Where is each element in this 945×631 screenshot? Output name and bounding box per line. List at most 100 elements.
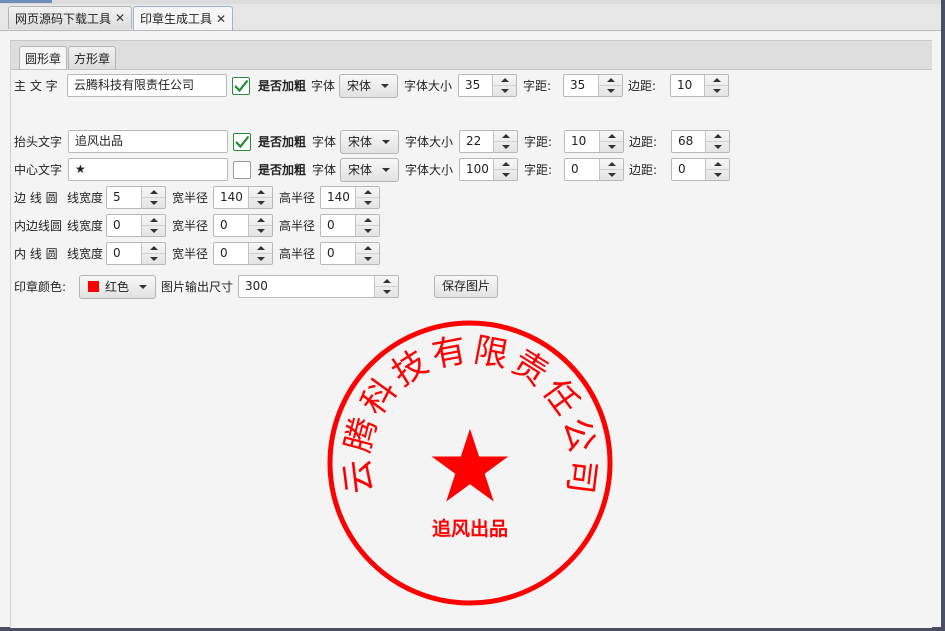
- inner-line-width-spinner[interactable]: 0: [106, 242, 166, 265]
- spinner-value: 0: [571, 162, 579, 176]
- spinner-up-icon[interactable]: [493, 75, 516, 86]
- tab-square-seal[interactable]: 方形章: [68, 46, 117, 69]
- tab-seal-generator[interactable]: 印章生成工具 ✕: [133, 6, 234, 30]
- border-height-radius-spinner[interactable]: 140: [320, 186, 380, 209]
- inner-border-height-radius-spinner[interactable]: 0: [320, 214, 380, 237]
- spinner-down-icon[interactable]: [706, 142, 729, 152]
- spinner-value: 35: [465, 78, 481, 92]
- width-radius-label: 宽半径: [172, 219, 209, 233]
- inner-width-radius-spinner[interactable]: 0: [213, 242, 273, 265]
- border-width-radius-spinner[interactable]: 140: [213, 186, 273, 209]
- spinner-down-icon[interactable]: [705, 86, 728, 96]
- inner-border-circle-label: 内边线圆: [14, 219, 63, 233]
- spinner-up-icon[interactable]: [249, 243, 272, 254]
- main-bold-checkbox[interactable]: [232, 77, 250, 95]
- seal-arc-char: 云: [337, 457, 381, 496]
- chevron-down-icon: [382, 168, 390, 172]
- spinner-up-icon[interactable]: [375, 276, 398, 287]
- spinner-down-icon[interactable]: [600, 170, 623, 180]
- header-bold-checkbox[interactable]: [233, 133, 251, 151]
- tab-label: 网页源码下载工具: [15, 11, 112, 26]
- check-icon: [234, 79, 249, 93]
- center-font-select[interactable]: 宋体: [340, 158, 399, 182]
- border-line-width-spinner[interactable]: 5: [106, 186, 166, 209]
- inner-border-line-width-spinner[interactable]: 0: [106, 214, 166, 237]
- spinner-up-icon[interactable]: [600, 159, 623, 170]
- font-label: 字体: [312, 163, 337, 177]
- spinner-down-icon[interactable]: [356, 226, 379, 236]
- spinner-down-icon[interactable]: [599, 86, 622, 96]
- spinner-value: 22: [466, 134, 482, 148]
- seal-arc-char: 限: [470, 330, 511, 376]
- spinner-up-icon[interactable]: [600, 131, 623, 142]
- spinner-down-icon[interactable]: [142, 226, 165, 236]
- spinner-up-icon[interactable]: [599, 75, 622, 86]
- header-margin-spinner[interactable]: 68: [671, 130, 730, 153]
- close-icon[interactable]: ✕: [115, 11, 125, 25]
- tab-bar: 网页源码下载工具 ✕ 印章生成工具 ✕: [0, 0, 941, 31]
- spinner-down-icon[interactable]: [249, 226, 272, 236]
- main-font-select[interactable]: 宋体: [339, 74, 398, 98]
- main-font-size-spinner[interactable]: 35: [458, 74, 517, 97]
- center-spacing-spinner[interactable]: 0: [564, 158, 624, 181]
- spinner-down-icon[interactable]: [249, 254, 272, 264]
- center-font-size-spinner[interactable]: 100: [459, 158, 518, 181]
- spinner-up-icon[interactable]: [356, 243, 379, 254]
- center-bold-checkbox[interactable]: [233, 161, 251, 179]
- tab-round-seal[interactable]: 圆形章: [19, 46, 68, 69]
- spinner-value: 0: [678, 162, 686, 176]
- spacing-label: 字距:: [524, 135, 553, 149]
- seal-header-text: 追风出品: [432, 517, 508, 540]
- height-radius-label: 高半径: [279, 247, 316, 261]
- spinner-down-icon[interactable]: [142, 254, 165, 264]
- spinner-value: 68: [678, 134, 694, 148]
- spinner-down-icon[interactable]: [493, 86, 516, 96]
- close-icon[interactable]: ✕: [216, 12, 226, 26]
- spinner-up-icon[interactable]: [249, 187, 272, 198]
- header-font-size-spinner[interactable]: 22: [459, 130, 518, 153]
- margin-label: 边距:: [629, 163, 658, 177]
- inner-border-width-radius-spinner[interactable]: 0: [213, 214, 273, 237]
- spinner-up-icon[interactable]: [494, 159, 517, 170]
- center-text-input[interactable]: ★: [68, 158, 228, 181]
- spinner-down-icon[interactable]: [142, 198, 165, 208]
- header-spacing-spinner[interactable]: 10: [564, 130, 624, 153]
- output-size-spinner[interactable]: 300: [238, 275, 399, 298]
- spinner-value: 0: [220, 246, 228, 260]
- spinner-down-icon[interactable]: [249, 198, 272, 208]
- spinner-up-icon[interactable]: [249, 215, 272, 226]
- spinner-up-icon[interactable]: [142, 243, 165, 254]
- center-margin-spinner[interactable]: 0: [671, 158, 730, 181]
- main-margin-spinner[interactable]: 10: [670, 74, 729, 97]
- border-circle-label: 边 线 圆: [14, 191, 58, 205]
- main-text-input[interactable]: 云腾科技有限责任公司: [67, 74, 227, 97]
- line-width-label: 线宽度: [67, 191, 104, 205]
- main-spacing-spinner[interactable]: 35: [563, 74, 623, 97]
- seal-color-select[interactable]: 红色: [79, 275, 156, 299]
- spinner-up-icon[interactable]: [494, 131, 517, 142]
- spinner-up-icon[interactable]: [356, 187, 379, 198]
- inner-height-radius-spinner[interactable]: 0: [320, 242, 380, 265]
- header-text-input[interactable]: 追风出品: [68, 130, 228, 153]
- seal-arc-char: 腾: [338, 413, 385, 456]
- spinner-up-icon[interactable]: [142, 187, 165, 198]
- spinner-down-icon[interactable]: [600, 142, 623, 152]
- check-icon: [235, 135, 250, 149]
- header-font-select[interactable]: 宋体: [340, 130, 399, 154]
- spinner-down-icon[interactable]: [356, 254, 379, 264]
- spinner-up-icon[interactable]: [705, 75, 728, 86]
- spinner-down-icon[interactable]: [706, 170, 729, 180]
- spinner-down-icon[interactable]: [494, 142, 517, 152]
- spinner-down-icon[interactable]: [356, 198, 379, 208]
- margin-label: 边距:: [628, 79, 657, 93]
- spinner-down-icon[interactable]: [494, 170, 517, 180]
- save-image-button[interactable]: 保存图片: [434, 275, 498, 298]
- spinner-up-icon[interactable]: [142, 215, 165, 226]
- spinner-down-icon[interactable]: [375, 287, 398, 297]
- spinner-up-icon[interactable]: [706, 131, 729, 142]
- spinner-up-icon[interactable]: [706, 159, 729, 170]
- line-width-label: 线宽度: [67, 247, 104, 261]
- header-text-label: 抬头文字: [14, 135, 63, 149]
- tab-webpage-source-download[interactable]: 网页源码下载工具 ✕: [8, 6, 133, 29]
- spinner-up-icon[interactable]: [356, 215, 379, 226]
